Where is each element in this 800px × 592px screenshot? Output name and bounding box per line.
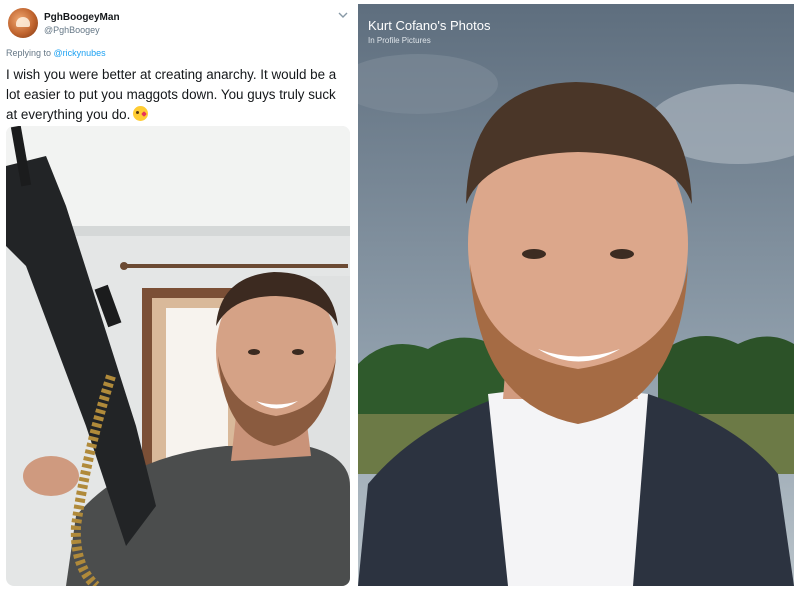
user-handle[interactable]: @PghBoogey bbox=[44, 25, 100, 35]
profile-photo-illustration bbox=[358, 4, 794, 586]
display-name[interactable]: PghBoogeyMan bbox=[44, 12, 120, 23]
chevron-down-icon[interactable] bbox=[338, 11, 348, 19]
reply-context: Replying to @rickynubes bbox=[6, 48, 106, 58]
photos-album-subtitle[interactable]: In Profile Pictures bbox=[368, 36, 431, 45]
profile-photo[interactable] bbox=[358, 4, 794, 586]
tweet-photo-illustration bbox=[6, 126, 350, 586]
avatar-cap-graphic bbox=[16, 17, 30, 27]
tweet-photo[interactable] bbox=[6, 126, 350, 586]
kissing-face-heart-emoji-icon bbox=[133, 106, 149, 121]
photos-title[interactable]: Kurt Cofano's Photos bbox=[368, 18, 490, 33]
tweet-text-content: I wish you were better at creating anarc… bbox=[6, 67, 337, 122]
reply-to-link[interactable]: @rickynubes bbox=[54, 48, 106, 58]
tweet-card: PghBoogeyMan @PghBoogey Replying to @ric… bbox=[0, 0, 354, 592]
avatar[interactable] bbox=[8, 8, 38, 38]
reply-prefix: Replying to bbox=[6, 48, 54, 58]
tweet-text: I wish you were better at creating anarc… bbox=[6, 65, 350, 125]
